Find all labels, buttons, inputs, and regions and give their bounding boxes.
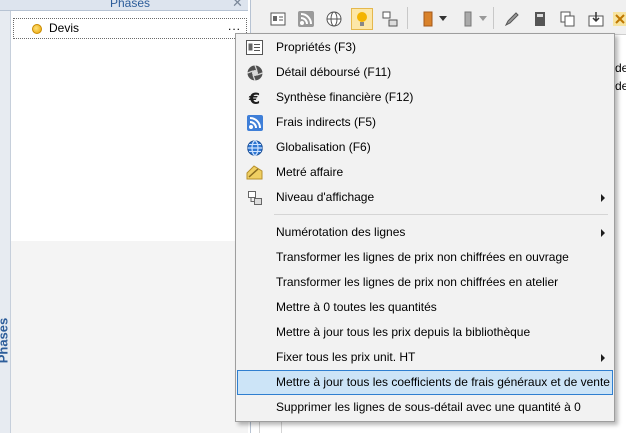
menu-item-label: Transformer les lignes de prix non chiff… xyxy=(276,275,559,289)
column-icon[interactable] xyxy=(457,8,479,30)
phases-vertical-tab[interactable]: Phases xyxy=(0,11,11,433)
menu-item-label: Supprimer les lignes de sous-détail avec… xyxy=(276,400,581,414)
phases-panel-header: Phases ✕ xyxy=(0,0,248,11)
menu-item-metre-affaire[interactable]: Metré affaire xyxy=(237,160,613,185)
menu-item-fixer-prix-unit[interactable]: Fixer tous les prix unit. HT xyxy=(237,345,613,370)
svg-text:€: € xyxy=(248,90,260,106)
menu-item-label: Propriétés (F3) xyxy=(276,40,357,54)
aperture-icon xyxy=(246,64,263,81)
menu-item-label: Mettre à 0 toutes les quantités xyxy=(276,300,437,314)
menu-item-maj-prix-bibliotheque[interactable]: Mettre à jour tous les prix depuis la bi… xyxy=(237,320,613,345)
main-toolbar xyxy=(251,0,626,35)
lightbulb-icon[interactable] xyxy=(351,8,373,30)
submenu-arrow-icon xyxy=(601,354,605,362)
toolbar-separator xyxy=(407,7,408,29)
copy-icon[interactable] xyxy=(557,8,579,30)
menu-item-transformer-atelier[interactable]: Transformer les lignes de prix non chiff… xyxy=(237,270,613,295)
grid-cell-fragment: de xyxy=(615,61,626,75)
dropdown-arrow-icon[interactable] xyxy=(477,8,489,30)
phase-bullet-icon xyxy=(32,24,42,34)
menu-item-proprietes[interactable]: Propriétés (F3) xyxy=(237,35,613,60)
ruler-pencil-icon xyxy=(246,164,263,181)
phases-vertical-tab-label: Phases xyxy=(0,317,11,364)
menu-item-label: Détail déboursé (F11) xyxy=(276,65,392,79)
menu-item-frais-indirects[interactable]: Frais indirects (F5) xyxy=(237,110,613,135)
phases-tree: Devis ... xyxy=(11,11,248,241)
tree-item-more-button[interactable]: ... xyxy=(228,19,241,33)
phases-panel-body: Phases Devis ... xyxy=(0,11,248,433)
tree-item-devis[interactable]: Devis ... xyxy=(13,18,247,39)
globe-icon[interactable] xyxy=(323,8,345,30)
properties-card-icon xyxy=(246,39,263,56)
phases-panel: Phases ✕ Phases Devis ... xyxy=(0,0,248,433)
save-download-icon[interactable] xyxy=(585,8,607,30)
submenu-arrow-icon xyxy=(601,229,605,237)
toolbar-separator xyxy=(493,7,494,29)
menu-item-maj-coefficients[interactable]: Mettre à jour tous les coefficients de f… xyxy=(237,370,613,395)
rss-feed-icon[interactable] xyxy=(295,8,317,30)
menu-item-label: Mettre à jour tous les prix depuis la bi… xyxy=(276,325,531,339)
dropdown-arrow-icon[interactable] xyxy=(437,8,449,30)
menu-item-numerotation-lignes[interactable]: Numérotation des lignes xyxy=(237,220,613,245)
menu-item-label: Mettre à jour tous les coefficients de f… xyxy=(276,375,610,389)
menu-item-label: Metré affaire xyxy=(276,165,344,179)
menu-item-label: Synthèse financière (F12) xyxy=(276,90,414,104)
menu-separator xyxy=(274,214,608,215)
phases-panel-title: Phases xyxy=(109,0,151,10)
context-menu: Propriétés (F3) Détail déboursé (F11) € … xyxy=(235,33,615,422)
menu-item-label: Numérotation des lignes xyxy=(276,225,406,239)
book-icon[interactable] xyxy=(417,8,439,30)
menu-item-synthese-financiere[interactable]: € Synthèse financière (F12) xyxy=(237,85,613,110)
menu-item-transformer-ouvrage[interactable]: Transformer les lignes de prix non chiff… xyxy=(237,245,613,270)
menu-item-supprimer-sous-detail[interactable]: Supprimer les lignes de sous-détail avec… xyxy=(237,395,613,420)
menu-item-label: Fixer tous les prix unit. HT xyxy=(276,350,416,364)
panel-close-icon[interactable]: ✕ xyxy=(232,0,243,10)
hierarchy-icon[interactable] xyxy=(379,8,401,30)
submenu-arrow-icon xyxy=(601,194,605,202)
close-icon[interactable] xyxy=(609,8,626,30)
properties-icon[interactable] xyxy=(267,8,289,30)
menu-item-niveau-affichage[interactable]: Niveau d'affichage xyxy=(237,185,613,210)
euro-icon: € xyxy=(246,89,263,106)
rss-feed-icon xyxy=(246,114,263,131)
menu-item-label: Frais indirects (F5) xyxy=(276,115,377,129)
tree-item-label: Devis xyxy=(49,21,80,35)
menu-item-label: Niveau d'affichage xyxy=(276,190,375,204)
menu-item-label: Globalisation (F6) xyxy=(276,140,371,154)
menu-item-mettre-a-zero-quantites[interactable]: Mettre à 0 toutes les quantités xyxy=(237,295,613,320)
grid-cell-fragment: de xyxy=(615,79,626,93)
menu-item-detail-debourse[interactable]: Détail déboursé (F11) xyxy=(237,60,613,85)
menu-item-globalisation[interactable]: Globalisation (F6) xyxy=(237,135,613,160)
globe-icon xyxy=(246,139,263,156)
hierarchy-icon xyxy=(246,189,263,206)
calculator-icon[interactable] xyxy=(529,8,551,30)
menu-item-label: Transformer les lignes de prix non chiff… xyxy=(276,250,569,264)
pencil-icon[interactable] xyxy=(501,8,523,30)
